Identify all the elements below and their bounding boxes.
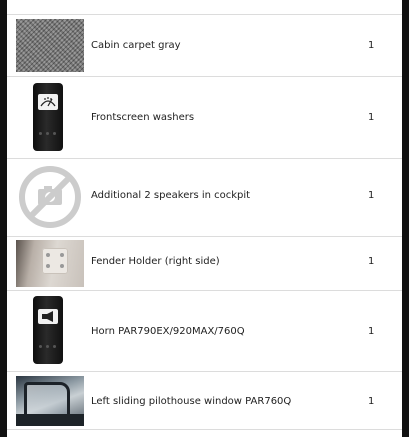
window-photo: [16, 376, 84, 426]
list-item: Additional 2 speakers in cockpit 1: [7, 159, 402, 237]
list-top-divider: [7, 0, 402, 15]
list-bottom-spacer: [7, 430, 402, 437]
washer-switch-photo: [16, 81, 84, 153]
washer-icon: [38, 94, 58, 110]
list-item: Fender Holder (right side) 1: [7, 237, 402, 291]
item-name: Horn PAR790EX/920MAX/760Q: [91, 326, 245, 337]
horn-icon: [38, 309, 58, 324]
item-quantity: 1: [368, 396, 375, 407]
item-quantity: 1: [368, 112, 375, 123]
item-name: Cabin carpet gray: [91, 40, 181, 51]
item-quantity: 1: [368, 326, 375, 337]
list-item: Frontscreen washers 1: [7, 77, 402, 159]
options-list: Cabin carpet gray 1 Frontscreen washers …: [7, 0, 402, 437]
carpet-photo: [16, 19, 84, 72]
list-item: Left sliding pilothouse window PAR760Q 1: [7, 372, 402, 430]
no-image-icon: [19, 166, 81, 228]
horn-switch-photo: [16, 295, 84, 367]
item-quantity: 1: [368, 256, 375, 267]
item-name: Frontscreen washers: [91, 112, 195, 123]
fender-holder-photo: [16, 240, 84, 287]
no-image-placeholder: [16, 163, 84, 231]
item-name: Fender Holder (right side): [91, 256, 220, 267]
list-item: Horn PAR790EX/920MAX/760Q 1: [7, 291, 402, 372]
item-name: Left sliding pilothouse window PAR760Q: [91, 396, 292, 407]
item-quantity: 1: [368, 40, 375, 51]
item-quantity: 1: [368, 190, 375, 201]
item-name: Additional 2 speakers in cockpit: [91, 190, 251, 201]
list-item: Cabin carpet gray 1: [7, 15, 402, 77]
